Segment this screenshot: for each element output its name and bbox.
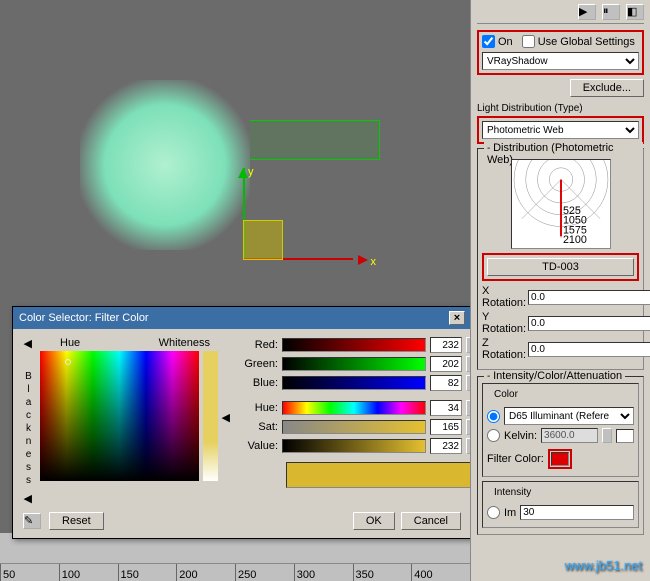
yrot-label: Y Rotation: [482, 311, 526, 335]
kelvin-swatch[interactable] [616, 429, 634, 443]
hue-field-label: Hue: [238, 402, 278, 414]
kelvin-radio[interactable] [487, 429, 500, 442]
axis-x-label: x [371, 256, 377, 268]
ok-button[interactable]: OK [353, 512, 395, 530]
ica-header: - Intensity/Color/Attenuation [484, 370, 625, 382]
d65-select[interactable]: D65 Illuminant (Refere [504, 407, 634, 425]
whiteness-tri: ◀ [222, 411, 230, 421]
green-input[interactable] [430, 356, 462, 372]
whiteness-bar[interactable] [203, 351, 218, 481]
arrow-x-icon [358, 255, 368, 265]
panel-icon[interactable]: ◧ [626, 4, 644, 20]
blackness-tri-bot: ◀ [24, 492, 34, 502]
green-label: Green: [238, 358, 278, 370]
global-label: Use Global Settings [538, 36, 635, 48]
tick: 400 [411, 564, 470, 581]
dist-label: Light Distribution (Type) [477, 103, 644, 114]
color-gradient[interactable] [40, 351, 199, 481]
eyedropper-icon[interactable]: ✎ [23, 513, 41, 529]
gizmo-plane-xy[interactable] [243, 220, 283, 260]
im-input[interactable] [520, 505, 634, 520]
color-selector-dialog: Color Selector: Filter Color × ◀ Blackne… [12, 306, 472, 539]
tick: 100 [59, 564, 118, 581]
timeline-ruler[interactable]: 50 100 150 200 250 300 350 400 [0, 563, 470, 581]
command-panel: ▶ ⏸ ◧ On Use Global Settings VRayShadow … [470, 0, 650, 581]
svg-text:2100: 2100 [562, 234, 586, 246]
tick: 200 [176, 564, 235, 581]
on-checkbox[interactable] [482, 35, 495, 48]
color-subheader: Color [491, 389, 521, 400]
blackness-label: Blackness [23, 351, 34, 488]
xrot-label: X Rotation: [482, 285, 526, 309]
move-gizmo[interactable]: x y [238, 168, 368, 278]
intensity-subheader: Intensity [491, 487, 534, 498]
filter-label: Filter Color: [487, 453, 544, 465]
d65-radio[interactable] [487, 410, 500, 423]
web-file-button[interactable]: TD-003 [487, 258, 634, 276]
watermark: www.jb51.net [565, 558, 642, 573]
global-checkbox[interactable] [522, 35, 535, 48]
close-button[interactable]: × [449, 311, 465, 325]
blue-input[interactable] [430, 375, 462, 391]
photometric-web-preview[interactable]: 525105015752100 [511, 159, 611, 249]
dist-highlight: Photometric Web [477, 116, 644, 144]
xrot-input[interactable] [528, 290, 650, 305]
mesh-object[interactable] [80, 80, 250, 250]
dist-select[interactable]: Photometric Web [482, 121, 639, 139]
shadow-type-select[interactable]: VRayShadow [482, 52, 639, 70]
hue-slider[interactable] [282, 401, 426, 415]
tick: 300 [294, 564, 353, 581]
value-label: Value: [238, 440, 278, 452]
yrot-input[interactable] [528, 316, 650, 331]
red-label: Red: [238, 339, 278, 351]
hue-input[interactable] [430, 400, 462, 416]
blackness-tri-top: ◀ [24, 337, 34, 347]
value-slider[interactable] [282, 439, 426, 453]
zrot-label: Z Rotation: [482, 337, 526, 361]
filter-color-swatch[interactable] [551, 452, 569, 466]
on-label: On [498, 36, 513, 48]
ica-group: - Intensity/Color/Attenuation Color D65 … [477, 376, 644, 535]
im-radio[interactable] [487, 506, 500, 519]
arrow-y-icon [238, 168, 248, 178]
dialog-title: Color Selector: Filter Color [19, 312, 149, 324]
sat-label: Sat: [238, 421, 278, 433]
axis-y-label: y [248, 166, 254, 178]
kelvin-spinner[interactable] [602, 428, 612, 443]
tick: 150 [118, 564, 177, 581]
web-group: - Distribution (Photometric Web) 5251050… [477, 148, 644, 370]
tick: 50 [0, 564, 59, 581]
exclude-button[interactable]: Exclude... [570, 79, 644, 97]
kelvin-input [541, 428, 598, 443]
tick: 250 [235, 564, 294, 581]
reset-button[interactable]: Reset [49, 512, 104, 530]
tick: 350 [353, 564, 412, 581]
green-slider[interactable] [282, 357, 426, 371]
dialog-titlebar[interactable]: Color Selector: Filter Color × [13, 307, 471, 329]
value-input[interactable] [430, 438, 462, 454]
kelvin-label: Kelvin: [504, 430, 537, 442]
play-icon[interactable]: ▶ [578, 4, 596, 20]
pause-icon[interactable]: ⏸ [602, 4, 620, 20]
hue-label: Hue [60, 337, 80, 349]
whiteness-label: Whiteness [159, 337, 210, 349]
im-label: Im [504, 507, 516, 519]
color-marker[interactable] [65, 359, 71, 365]
web-file-highlight: TD-003 [482, 253, 639, 281]
sat-input[interactable] [430, 419, 462, 435]
blue-label: Blue: [238, 377, 278, 389]
red-input[interactable] [430, 337, 462, 353]
color-swatch[interactable] [286, 462, 476, 488]
red-slider[interactable] [282, 338, 426, 352]
zrot-input[interactable] [528, 342, 650, 357]
cancel-button[interactable]: Cancel [401, 512, 461, 530]
sat-slider[interactable] [282, 420, 426, 434]
shadows-highlight: On Use Global Settings VRayShadow [477, 30, 644, 75]
blue-slider[interactable] [282, 376, 426, 390]
